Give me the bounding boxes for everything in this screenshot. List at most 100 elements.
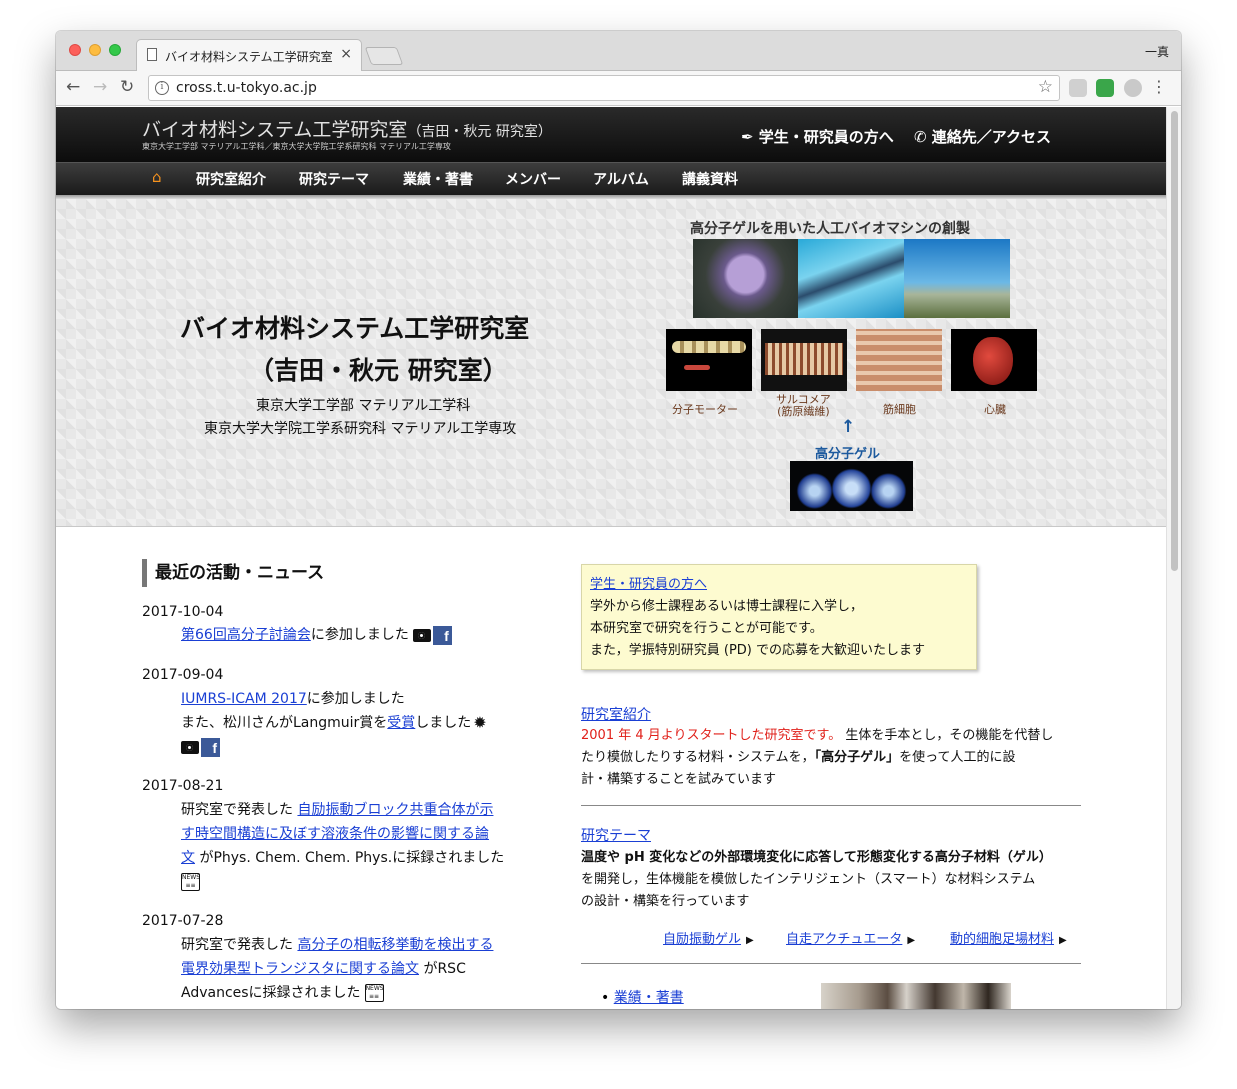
theme-bold: 温度や pH 変化などの外部環境変化に応答して形態変化する高分子材料（ゲル） bbox=[581, 850, 1052, 865]
news-item: IUMRS-ICAM 2017に参加しました bbox=[181, 687, 405, 711]
news-item-line: 電界効果型トランジスタに関する論文 がRSC bbox=[181, 957, 466, 981]
site-title[interactable]: バイオ材料システム工学研究室（吉田・秋元 研究室） bbox=[142, 115, 552, 142]
close-window-button[interactable] bbox=[69, 44, 81, 56]
theme-line: を開発し，生体機能を模倣したインテリジェント（スマート）な材料システム bbox=[581, 872, 1036, 887]
notice-box: 学生・研究員の方へ 学外から修士課程あるいは博士課程に入学し， 本研究室で研究を… bbox=[581, 564, 977, 670]
news-text: しました bbox=[415, 715, 472, 731]
facebook-icon[interactable]: f bbox=[432, 625, 452, 645]
contact-link[interactable]: ✆ 連絡先／アクセス bbox=[914, 126, 1051, 147]
news-text: また、松川さんがLangmuir賞を bbox=[181, 715, 388, 731]
flower-image bbox=[693, 239, 798, 318]
news-date: 2017-08-21 bbox=[142, 778, 224, 794]
news-item: 第66回高分子討論会に参加しました f bbox=[181, 623, 452, 647]
extension-icon[interactable] bbox=[1096, 79, 1114, 97]
news-link[interactable]: 文 bbox=[181, 850, 195, 866]
close-tab-icon[interactable]: × bbox=[340, 46, 352, 62]
intro-text: たり模倣したりする材料・システムを， bbox=[581, 750, 815, 765]
scrollbar-thumb[interactable] bbox=[1171, 111, 1178, 571]
newspaper-icon[interactable]: NEWS ≡≡ bbox=[181, 873, 200, 891]
new-tab-button[interactable] bbox=[364, 47, 404, 65]
group-photo[interactable] bbox=[821, 983, 1011, 1009]
browser-tab[interactable]: バイオ材料システム工学研究室 × bbox=[136, 39, 362, 71]
extension-icon[interactable] bbox=[1069, 79, 1087, 97]
back-icon[interactable]: ← bbox=[66, 77, 80, 97]
notice-link[interactable]: 学生・研究員の方へ bbox=[590, 577, 707, 592]
site-header: バイオ材料システム工学研究室（吉田・秋元 研究室） 東京大学工学部 マテリアル工… bbox=[56, 107, 1166, 162]
news-item-line: NEWS ≡≡ bbox=[181, 870, 200, 894]
intro-text: 生体を手本とし，その機能を代替し bbox=[841, 728, 1054, 743]
news-date: 2017-07-28 bbox=[142, 913, 224, 929]
theme-body: 温度や pH 変化などの外部環境変化に応答して形態変化する高分子材料（ゲル） を… bbox=[581, 847, 1081, 913]
sublink-label[interactable]: 自励振動ゲル bbox=[663, 932, 741, 947]
skype-icon[interactable] bbox=[1124, 79, 1142, 97]
publications-link[interactable]: 業績・著書 bbox=[614, 990, 684, 1006]
intro-bold: 「高分子ゲル」 bbox=[814, 750, 900, 765]
students-link[interactable]: ✒ 学生・研究員の方へ bbox=[741, 126, 894, 147]
address-bar[interactable]: i cross.t.u-tokyo.ac.jp ☆ bbox=[148, 75, 1060, 101]
sublink-cell-scaffold[interactable]: 動的細胞足場材料 ▶ bbox=[950, 928, 1067, 947]
profile-name[interactable]: 一真 bbox=[1145, 43, 1169, 60]
news-link[interactable]: す時空間構造に及ぼす溶液条件の影響に関する論 bbox=[181, 826, 489, 842]
label-muscle-cell: 筋細胞 bbox=[883, 403, 916, 416]
page-viewport: バイオ材料システム工学研究室（吉田・秋元 研究室） 東京大学工学部 マテリアル工… bbox=[56, 107, 1166, 1009]
heart-shape bbox=[973, 337, 1013, 385]
sublink-label[interactable]: 自走アクチュエータ bbox=[786, 932, 902, 947]
home-icon[interactable]: ⌂ bbox=[152, 168, 162, 186]
site-subtitle: 東京大学工学部 マテリアル工学科／東京大学大学院工学系研究科 マテリアル工学専攻 bbox=[142, 142, 451, 151]
news-link[interactable]: IUMRS-ICAM 2017 bbox=[181, 691, 307, 707]
arrow-up-icon: ↑ bbox=[841, 417, 856, 437]
nav-publications[interactable]: 業績・著書 bbox=[403, 169, 473, 189]
url-text[interactable]: cross.t.u-tokyo.ac.jp bbox=[176, 80, 317, 96]
intro-link[interactable]: 研究室紹介 bbox=[581, 704, 651, 724]
menu-icon[interactable]: ⋮ bbox=[1151, 77, 1167, 96]
theme-line: 温度や pH 変化などの外部環境変化に応答して形態変化する高分子材料（ゲル） bbox=[581, 847, 1081, 869]
news-link[interactable]: 第66回高分子討論会 bbox=[181, 627, 311, 643]
sublink-actuator[interactable]: 自走アクチュエータ ▶ bbox=[786, 928, 915, 947]
bookmark-star-icon[interactable]: ☆ bbox=[1038, 77, 1053, 97]
news-text: に参加しました bbox=[310, 627, 409, 643]
news-item-line: Advancesに採録されました NEWS ≡≡ bbox=[181, 981, 384, 1005]
label-molecular-motor: 分子モーター bbox=[672, 403, 738, 416]
forward-icon[interactable]: → bbox=[93, 77, 107, 97]
facebook-icon[interactable]: f bbox=[201, 737, 220, 757]
sublink-self-oscillating-gel[interactable]: 自励振動ゲル ▶ bbox=[663, 928, 754, 947]
nav-lectures[interactable]: 講義資料 bbox=[682, 169, 738, 189]
triangle-right-icon: ▶ bbox=[746, 935, 754, 946]
theme-link[interactable]: 研究テーマ bbox=[581, 825, 651, 845]
tab-bar: バイオ材料システム工学研究室 × 一真 bbox=[56, 31, 1181, 71]
news-item: 研究室で発表した 自励振動ブロック共重合体が示 bbox=[181, 798, 493, 822]
molecular-motor-image bbox=[666, 329, 752, 391]
heart-image bbox=[951, 329, 1037, 391]
maximize-window-button[interactable] bbox=[109, 44, 121, 56]
info-icon[interactable]: i bbox=[155, 81, 169, 95]
intro-text: を使って人工的に設 bbox=[899, 750, 1016, 765]
camera-icon[interactable] bbox=[181, 740, 199, 754]
hero-subtitle: （吉田・秋元 研究室） bbox=[249, 356, 508, 385]
news-link[interactable]: 電界効果型トランジスタに関する論文 bbox=[181, 961, 419, 977]
label-sarcomere-line2: (筋原繊維) bbox=[777, 405, 830, 418]
news-link[interactable]: 高分子の相転移挙動を検出する bbox=[297, 937, 493, 953]
browser-window: バイオ材料システム工学研究室 × 一真 ← → ↻ i cross.t.u-to… bbox=[56, 31, 1181, 1009]
newspaper-icon[interactable]: NEWS ≡≡ bbox=[364, 984, 384, 1002]
scrollbar[interactable] bbox=[1166, 107, 1181, 1009]
news-date: 2017-09-04 bbox=[142, 667, 224, 683]
news-item-line: f bbox=[181, 735, 220, 759]
minimize-window-button[interactable] bbox=[89, 44, 101, 56]
news-link[interactable]: 自励振動ブロック共重合体が示 bbox=[297, 802, 493, 818]
sublink-label[interactable]: 動的細胞足場材料 bbox=[950, 932, 1054, 947]
notice-line: 学外から修士課程あるいは博士課程に入学し， bbox=[590, 599, 864, 614]
nav-themes[interactable]: 研究テーマ bbox=[299, 169, 369, 189]
news-item-line: 文 がPhys. Chem. Chem. Phys.に採録されました bbox=[181, 846, 504, 870]
intro-line: たり模倣したりする材料・システムを，「高分子ゲル」を使って人工的に設 bbox=[581, 747, 1081, 769]
intro-line: 2001 年 4 月よりスタートした研究室です。 生体を手本とし，その機能を代替… bbox=[581, 725, 1081, 747]
label-polymer-gel: 高分子ゲル bbox=[815, 447, 881, 462]
award-link[interactable]: 受賞 bbox=[387, 715, 415, 731]
reload-icon[interactable]: ↻ bbox=[120, 77, 134, 97]
nav-members[interactable]: メンバー bbox=[505, 169, 561, 189]
main-nav: ⌂ 研究室紹介 研究テーマ 業績・著書 メンバー アルバム 講義資料 bbox=[56, 162, 1166, 195]
triangle-right-icon: ▶ bbox=[1059, 935, 1067, 946]
news-item-line: す時空間構造に及ぼす溶液条件の影響に関する論 bbox=[181, 822, 489, 846]
nav-intro[interactable]: 研究室紹介 bbox=[196, 169, 266, 189]
nav-album[interactable]: アルバム bbox=[593, 169, 649, 189]
camera-icon[interactable] bbox=[412, 628, 431, 642]
